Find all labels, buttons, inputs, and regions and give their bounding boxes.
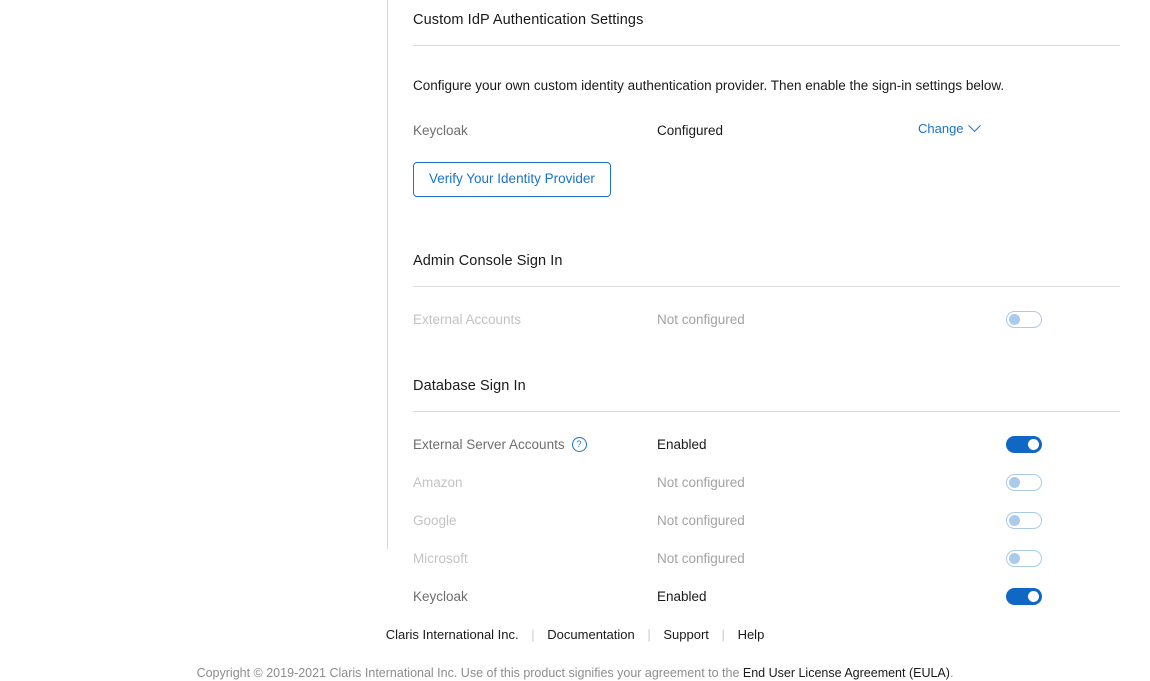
toggle-external-server-accounts[interactable] bbox=[1006, 435, 1042, 453]
footer-separator: | bbox=[721, 627, 725, 642]
table-row: External Server Accounts ? Enabled bbox=[413, 433, 1120, 455]
footer-link-documentation[interactable]: Documentation bbox=[547, 627, 634, 642]
row-label: External Accounts bbox=[413, 311, 522, 327]
change-idp-label: Change bbox=[918, 121, 964, 136]
footer-separator: | bbox=[647, 627, 651, 642]
toggle-amazon[interactable] bbox=[1006, 473, 1042, 491]
row-status: Not configured bbox=[657, 474, 745, 490]
copyright-suffix: . bbox=[949, 666, 954, 680]
row-control bbox=[917, 310, 1120, 328]
table-row: Keycloak Configured Change bbox=[413, 119, 1120, 141]
table-row: Google Not configured bbox=[413, 509, 1120, 531]
row-status: Configured bbox=[657, 122, 724, 138]
toggle-knob bbox=[1009, 313, 1020, 325]
row-status: Not configured bbox=[657, 311, 745, 327]
footer-separator: | bbox=[531, 627, 535, 642]
row-status: Enabled bbox=[657, 588, 707, 604]
toggle-microsoft[interactable] bbox=[1006, 549, 1042, 567]
toggle-knob bbox=[1009, 476, 1020, 488]
section-custom-idp: Custom IdP Authentication Settings Confi… bbox=[413, 0, 1120, 197]
section-database-sign-in: Database Sign In External Server Account… bbox=[413, 366, 1120, 607]
toggle-knob bbox=[1009, 514, 1020, 526]
toggle-knob bbox=[1028, 590, 1039, 602]
footer-link-claris[interactable]: Claris International Inc. bbox=[386, 627, 519, 642]
row-label: Keycloak bbox=[413, 588, 468, 604]
row-status: Not configured bbox=[657, 550, 745, 566]
row-label-text: External Server Accounts bbox=[413, 436, 565, 452]
toggle-external-accounts[interactable] bbox=[1006, 310, 1042, 328]
row-control bbox=[917, 435, 1120, 453]
row-label: Microsoft bbox=[413, 550, 468, 566]
row-label: External Server Accounts ? bbox=[413, 436, 657, 452]
row-label-text: Keycloak bbox=[413, 122, 468, 138]
page-footer: Claris International Inc. | Documentatio… bbox=[0, 624, 1150, 681]
section-rule bbox=[413, 45, 1120, 46]
row-status: Enabled bbox=[657, 436, 707, 452]
change-idp-link[interactable]: Change bbox=[918, 119, 981, 136]
custom-idp-description: Configure your own custom identity authe… bbox=[413, 78, 1005, 93]
row-label: Keycloak bbox=[413, 123, 657, 138]
chevron-down-icon bbox=[967, 119, 981, 133]
sidebar-content-divider bbox=[387, 0, 388, 549]
row-control bbox=[917, 473, 1120, 491]
copyright-prefix: Copyright © 2019-2021 Claris Internation… bbox=[196, 666, 743, 680]
settings-content: Custom IdP Authentication Settings Confi… bbox=[413, 0, 1120, 607]
table-row: Microsoft Not configured bbox=[413, 547, 1120, 569]
toggle-google[interactable] bbox=[1006, 511, 1042, 529]
section-admin-console: Admin Console Sign In External Accounts … bbox=[413, 241, 1120, 330]
section-title-custom-idp: Custom IdP Authentication Settings bbox=[413, 12, 644, 28]
footer-link-help[interactable]: Help bbox=[738, 627, 765, 642]
row-label: Amazon bbox=[413, 474, 463, 490]
section-rule bbox=[413, 411, 1120, 412]
footer-link-support[interactable]: Support bbox=[663, 627, 709, 642]
row-control bbox=[917, 549, 1120, 567]
footer-links: Claris International Inc. | Documentatio… bbox=[0, 624, 1150, 646]
section-title-admin-console: Admin Console Sign In bbox=[413, 253, 563, 269]
table-row: Amazon Not configured bbox=[413, 471, 1120, 493]
row-label: Google bbox=[413, 512, 457, 528]
toggle-knob bbox=[1028, 438, 1039, 450]
row-status: Not configured bbox=[657, 512, 745, 528]
eula-link[interactable]: End User License Agreement (EULA) bbox=[743, 666, 950, 680]
toggle-keycloak[interactable] bbox=[1006, 587, 1042, 605]
section-title-database: Database Sign In bbox=[413, 378, 526, 394]
verify-identity-provider-button[interactable]: Verify Your Identity Provider bbox=[413, 162, 611, 197]
row-control bbox=[917, 511, 1120, 529]
verify-button-wrap: Verify Your Identity Provider bbox=[413, 162, 1120, 197]
toggle-knob bbox=[1009, 552, 1020, 564]
section-rule bbox=[413, 286, 1120, 287]
help-icon[interactable]: ? bbox=[571, 436, 587, 452]
table-row: External Accounts Not configured bbox=[413, 308, 1120, 330]
table-row: Keycloak Enabled bbox=[413, 585, 1120, 607]
row-control bbox=[917, 587, 1120, 605]
